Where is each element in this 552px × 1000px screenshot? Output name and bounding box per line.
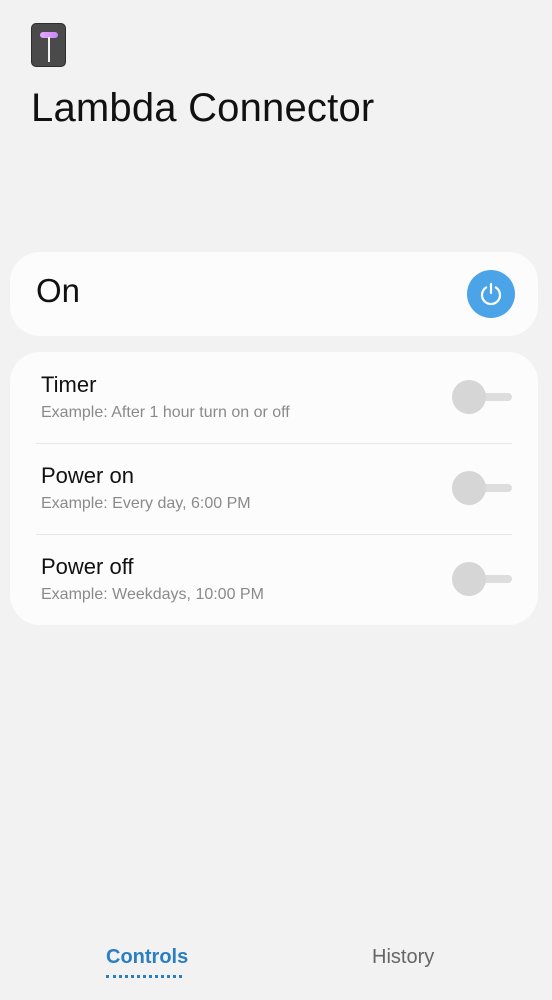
power-icon [480, 282, 502, 306]
schedule-row-timer[interactable]: Timer Example: After 1 hour turn on or o… [10, 352, 538, 443]
schedule-row-example: Example: After 1 hour turn on or off [41, 404, 290, 421]
schedule-row-example: Example: Weekdays, 10:00 PM [41, 586, 264, 603]
schedule-row-label: Power off [41, 554, 134, 579]
page-title: Lambda Connector [31, 86, 375, 130]
timer-toggle[interactable] [452, 379, 512, 415]
toggle-knob [452, 562, 486, 596]
power-card: On [10, 252, 538, 336]
device-plug-icon [31, 23, 66, 67]
device-screen: Lambda Connector On Timer Example: After… [0, 0, 552, 1000]
power-state-label: On [36, 272, 81, 309]
schedule-row-power-on[interactable]: Power on Example: Every day, 6:00 PM [10, 443, 538, 534]
tab-history[interactable]: History [372, 946, 434, 969]
active-tab-indicator [106, 975, 182, 978]
toggle-knob [452, 471, 486, 505]
schedule-row-label: Power on [41, 463, 134, 488]
bottom-nav: Controls History [0, 930, 552, 1000]
power-button[interactable] [467, 270, 515, 318]
schedule-row-power-off[interactable]: Power off Example: Weekdays, 10:00 PM [10, 534, 538, 625]
toggle-knob [452, 380, 486, 414]
plug-stem-shape [48, 37, 50, 62]
schedule-row-example: Example: Every day, 6:00 PM [41, 495, 251, 512]
tab-controls[interactable]: Controls [106, 946, 188, 969]
schedule-card: Timer Example: After 1 hour turn on or o… [10, 352, 538, 625]
power-on-toggle[interactable] [452, 470, 512, 506]
schedule-row-label: Timer [41, 372, 97, 397]
power-off-toggle[interactable] [452, 561, 512, 597]
